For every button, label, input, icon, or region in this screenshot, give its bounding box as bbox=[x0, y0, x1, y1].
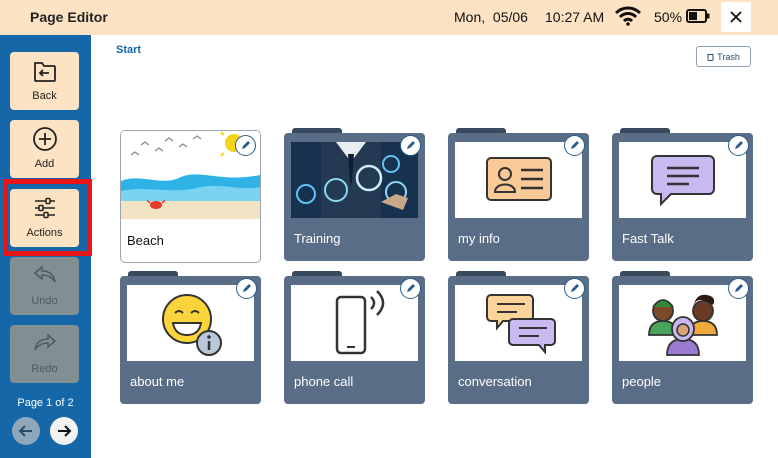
edit-tile-button[interactable] bbox=[236, 278, 257, 299]
edit-tile-button[interactable] bbox=[235, 135, 256, 156]
tile-label: about me bbox=[130, 374, 185, 389]
tile-label: phone call bbox=[294, 374, 354, 389]
tile-label: my info bbox=[458, 231, 500, 246]
top-bar: Page Editor Mon, 05/06 10:27 AM 50% bbox=[0, 0, 778, 35]
smiley-info-icon bbox=[127, 285, 254, 361]
app-title: Page Editor bbox=[30, 9, 108, 25]
tile-phone-call[interactable]: phone call bbox=[284, 271, 425, 404]
people-group-icon bbox=[619, 285, 746, 361]
speech-bubble-icon bbox=[619, 142, 746, 218]
pencil-icon bbox=[243, 284, 251, 292]
actions-highlight-box bbox=[3, 179, 92, 256]
back-folder-icon bbox=[32, 58, 58, 89]
wifi-icon bbox=[614, 6, 642, 31]
pencil-icon bbox=[407, 284, 415, 292]
trash-icon bbox=[707, 53, 714, 61]
plus-circle-icon bbox=[32, 126, 58, 157]
tile-label: Training bbox=[294, 231, 341, 246]
tile-people[interactable]: people bbox=[612, 271, 753, 404]
close-icon bbox=[730, 11, 742, 23]
pencil-icon bbox=[735, 284, 743, 292]
add-button[interactable]: Add bbox=[10, 120, 79, 178]
back-button[interactable]: Back bbox=[10, 52, 79, 110]
arrow-right-icon bbox=[58, 425, 72, 437]
training-photo bbox=[291, 142, 418, 218]
id-card-icon bbox=[455, 142, 582, 218]
redo-label: Redo bbox=[31, 363, 58, 375]
page-indicator: Page 1 of 2 bbox=[17, 397, 74, 409]
undo-arrow-icon bbox=[32, 263, 58, 292]
battery-icon bbox=[686, 9, 710, 28]
tile-fast-talk[interactable]: Fast Talk bbox=[612, 128, 753, 261]
pencil-icon bbox=[407, 141, 415, 149]
pencil-icon bbox=[571, 141, 579, 149]
tile-training[interactable]: Training bbox=[284, 128, 425, 261]
edit-tile-button[interactable] bbox=[400, 278, 421, 299]
undo-label: Undo bbox=[31, 295, 58, 307]
tile-conversation[interactable]: conversation bbox=[448, 271, 589, 404]
pencil-icon bbox=[571, 284, 579, 292]
phone-icon bbox=[291, 285, 418, 361]
status-date: Mon, 05/06 bbox=[454, 9, 528, 25]
edit-tile-button[interactable] bbox=[400, 135, 421, 156]
arrow-left-icon bbox=[18, 425, 32, 437]
edit-tile-button[interactable] bbox=[564, 278, 585, 299]
conversation-bubbles-icon bbox=[455, 285, 582, 361]
undo-button[interactable]: Undo bbox=[10, 257, 79, 315]
pencil-icon bbox=[735, 141, 743, 149]
tile-beach[interactable]: Beach bbox=[120, 130, 261, 263]
add-label: Add bbox=[34, 158, 55, 170]
close-button[interactable] bbox=[721, 2, 751, 32]
edit-tile-button[interactable] bbox=[728, 278, 749, 299]
tile-label: Fast Talk bbox=[622, 231, 674, 246]
redo-arrow-icon bbox=[32, 331, 58, 360]
back-label: Back bbox=[32, 90, 57, 102]
trash-label: Trash bbox=[717, 51, 740, 62]
edit-tile-button[interactable] bbox=[564, 135, 585, 156]
tile-label: people bbox=[622, 374, 662, 389]
previous-page-button[interactable] bbox=[12, 417, 40, 445]
status-time: 10:27 AM bbox=[545, 9, 605, 25]
redo-button[interactable]: Redo bbox=[10, 325, 79, 383]
tile-about-me[interactable]: about me bbox=[120, 271, 261, 404]
breadcrumb[interactable]: Start bbox=[116, 44, 141, 56]
battery-percent: 50% bbox=[654, 9, 683, 25]
pencil-icon bbox=[242, 141, 250, 149]
tile-my-info[interactable]: my info bbox=[448, 128, 589, 261]
tile-label: Beach bbox=[127, 233, 164, 248]
tile-label: conversation bbox=[458, 374, 532, 389]
next-page-button[interactable] bbox=[50, 417, 78, 445]
edit-tile-button[interactable] bbox=[728, 135, 749, 156]
trash-button[interactable]: Trash bbox=[696, 46, 751, 67]
